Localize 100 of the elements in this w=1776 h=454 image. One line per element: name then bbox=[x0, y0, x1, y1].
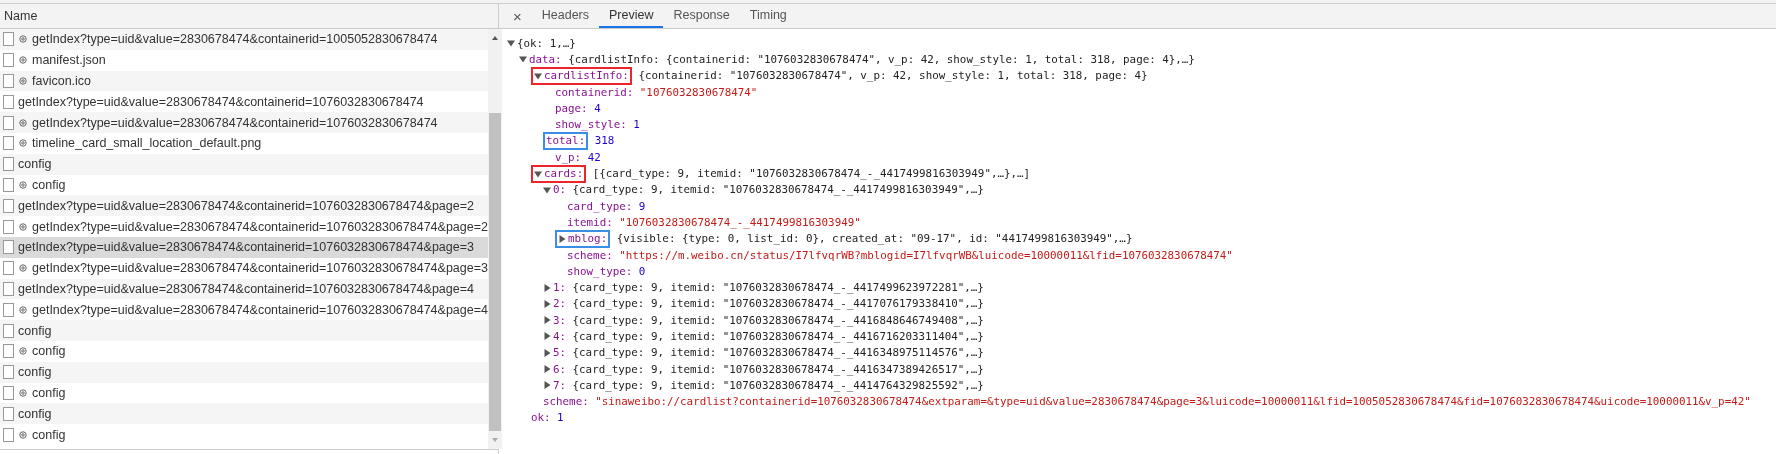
file-icon bbox=[3, 365, 14, 380]
scrollbar-thumb[interactable] bbox=[489, 113, 501, 431]
json-value: 1 bbox=[633, 118, 640, 132]
gear-icon bbox=[18, 221, 28, 232]
json-key[interactable]: data: bbox=[529, 52, 562, 66]
collapsed-triangle-icon[interactable] bbox=[543, 283, 551, 292]
file-icon bbox=[3, 157, 14, 172]
request-name: getIndex?type=uid&value=2830678474&containerid=1076032830678474&page=3 bbox=[32, 261, 488, 276]
json-key: ok: bbox=[531, 411, 551, 425]
request-name: favicon.ico bbox=[32, 74, 92, 88]
file-icon bbox=[3, 385, 14, 400]
gear-icon bbox=[18, 346, 28, 357]
file-icon bbox=[3, 427, 14, 442]
request-row[interactable]: config bbox=[0, 361, 488, 383]
file-icon bbox=[3, 323, 14, 338]
json-key: page: bbox=[555, 101, 588, 115]
request-row[interactable]: config bbox=[0, 403, 488, 425]
gear-icon bbox=[18, 179, 28, 190]
request-name: getIndex?type=uid&value=2830678474&containerid=1076032830678474&page=2 bbox=[32, 219, 488, 234]
request-name: getIndex?type=uid&value=2830678474&containerid=1076032830678474&page=2 bbox=[18, 198, 474, 213]
json-summary: {card_type: 9, itemid: "1076032830678474_-_4414764329825592",…} bbox=[572, 378, 984, 392]
tab[interactable]: Response bbox=[663, 4, 740, 28]
json-key[interactable]: 3: bbox=[553, 313, 567, 327]
json-key[interactable]: 0: bbox=[553, 183, 567, 197]
json-summary: {card_type: 9, itemid: "1076032830678474_-_4416848646749408",…} bbox=[572, 313, 984, 327]
expanded-triangle-icon[interactable] bbox=[534, 169, 542, 178]
json-summary: {card_type: 9, itemid: "1076032830678474_-_4417076179338410",…} bbox=[572, 297, 984, 311]
expanded-triangle-icon[interactable] bbox=[543, 185, 551, 194]
request-row[interactable]: favicon.ico bbox=[0, 70, 488, 92]
tab[interactable]: Timing bbox=[739, 4, 797, 28]
json-key[interactable]: 4: bbox=[553, 330, 567, 343]
json-summary: {visible: {type: 0, list_id: 0}, created_at: "09-17", id: "4417499816303949",…} bbox=[616, 232, 1133, 246]
request-row[interactable]: getIndex?type=uid&value=2830678474&containerid=1076032830678474&page=4 bbox=[0, 278, 488, 300]
json-value: 4 bbox=[594, 101, 601, 115]
json-key[interactable]: cards: bbox=[544, 167, 584, 181]
collapsed-triangle-icon[interactable] bbox=[543, 332, 551, 341]
request-row[interactable]: config bbox=[0, 320, 488, 341]
file-icon bbox=[3, 115, 14, 130]
json-key[interactable]: mblog: bbox=[568, 232, 608, 246]
collapsed-triangle-icon[interactable] bbox=[543, 381, 551, 390]
request-name: timeline_card_small_location_default.png bbox=[32, 136, 262, 151]
collapsed-triangle-icon[interactable] bbox=[558, 234, 566, 243]
json-summary: [{card_type: 9, itemid: "1076032830678474_-_4417499816303949",…},…] bbox=[592, 167, 1031, 180]
file-icon bbox=[3, 344, 14, 359]
json-summary: {card_type: 9, itemid: "1076032830678474_-_4416348975114576",…} bbox=[572, 346, 984, 360]
request-name: config bbox=[32, 344, 66, 359]
json-summary: {card_type: 9, itemid: "1076032830678474_-_4416347389426517",…} bbox=[572, 362, 984, 376]
json-value: "1076032830678474" bbox=[639, 85, 758, 99]
collapsed-triangle-icon[interactable] bbox=[543, 365, 551, 374]
file-icon bbox=[3, 94, 14, 109]
json-summary: {containerid: "1076032830678474", v_p: 42, show_style: 1, total: 318, page: 4} bbox=[638, 69, 1148, 83]
json-key[interactable]: 1: bbox=[553, 281, 567, 295]
file-icon bbox=[3, 219, 14, 234]
expanded-triangle-icon[interactable] bbox=[507, 39, 515, 48]
request-row[interactable]: getIndex?type=uid&value=2830678474&containerid=1076032830678474&page=2 bbox=[0, 195, 488, 217]
json-value: 9 bbox=[638, 199, 646, 213]
column-header[interactable]: Name bbox=[0, 4, 498, 29]
request-name: getIndex?type=uid&value=2830678474&containerid=1076032830678474 bbox=[32, 115, 438, 130]
collapsed-triangle-icon[interactable] bbox=[543, 348, 551, 357]
file-icon bbox=[3, 53, 14, 68]
file-icon bbox=[3, 281, 14, 296]
close-button[interactable]: × bbox=[507, 4, 532, 28]
request-row[interactable]: getIndex?type=uid&value=2830678474&containerid=1076032830678474&page=3 bbox=[0, 236, 488, 258]
json-key: v_p: bbox=[555, 150, 582, 164]
json-key: show_style: bbox=[555, 118, 627, 132]
request-name: getIndex?type=uid&value=2830678474&containerid=1076032830678474&page=3 bbox=[18, 240, 474, 255]
json-value: 0 bbox=[638, 264, 646, 278]
json-key: scheme: bbox=[543, 395, 589, 409]
gear-icon bbox=[18, 387, 28, 398]
file-icon bbox=[3, 240, 14, 255]
json-key: scheme: bbox=[567, 248, 613, 262]
json-key[interactable]: 5: bbox=[553, 346, 567, 360]
json-value: 1 bbox=[557, 411, 564, 425]
collapsed-triangle-icon[interactable] bbox=[543, 316, 551, 325]
request-name: getIndex?type=uid&value=2830678474&containerid=1076032830678474&page=4 bbox=[32, 302, 488, 317]
json-summary: {cardlistInfo: {containerid: "1076032830678474", v_p: 42, show_style: 1, total: 318, page: 4},…} bbox=[568, 52, 1195, 66]
gear-icon bbox=[18, 34, 28, 45]
json-key[interactable]: cardlistInfo: bbox=[544, 69, 629, 83]
request-row[interactable]: config bbox=[0, 153, 488, 175]
request-row[interactable]: getIndex?type=uid&value=2830678474&containerid=1076032830678474 bbox=[0, 112, 488, 133]
expanded-triangle-icon[interactable] bbox=[519, 55, 527, 64]
json-value: "https://m.weibo.cn/status/I7lfvqrWB?mblogid=I7lfvqrWB&luicode=10000011&lfid=1076032830678474" bbox=[619, 248, 1233, 262]
expanded-triangle-icon[interactable] bbox=[534, 71, 542, 80]
json-key[interactable]: 2: bbox=[553, 297, 567, 311]
request-row[interactable]: getIndex?type=uid&value=2830678474&containerid=1005052830678474 bbox=[0, 29, 488, 50]
request-name: config bbox=[32, 385, 66, 400]
request-name: getIndex?type=uid&value=2830678474&containerid=1076032830678474&page=4 bbox=[18, 281, 474, 296]
json-key[interactable]: 6: bbox=[553, 362, 567, 376]
gear-icon bbox=[18, 304, 28, 315]
tab[interactable]: Preview bbox=[599, 4, 664, 28]
tab[interactable]: Headers bbox=[531, 4, 599, 28]
json-key: containerid: bbox=[555, 85, 634, 99]
request-name: config bbox=[18, 157, 52, 172]
json-summary: {card_type: 9, itemid: "1076032830678474_-_4417499623972281",…} bbox=[572, 281, 984, 295]
collapsed-triangle-icon[interactable] bbox=[543, 299, 551, 308]
request-name: config bbox=[18, 406, 52, 421]
file-icon bbox=[3, 177, 14, 192]
gear-icon bbox=[18, 263, 28, 274]
json-value: 318 bbox=[594, 134, 615, 148]
json-key[interactable]: 7: bbox=[553, 378, 567, 392]
